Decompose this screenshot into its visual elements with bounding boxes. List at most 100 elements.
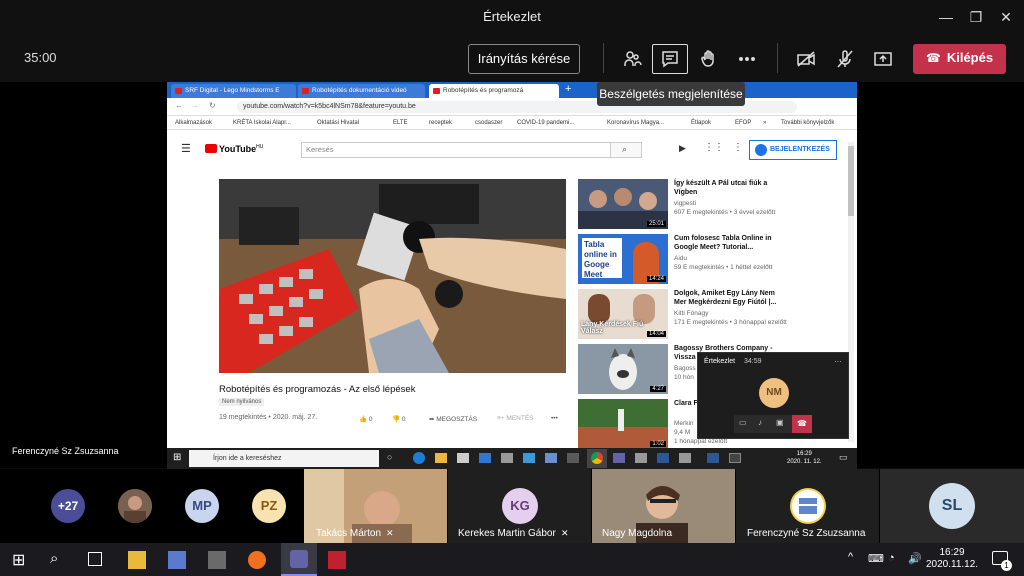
browser-tab-active[interactable]: Robotépítés és programozá [429,84,559,98]
participant-video-tile[interactable]: Takács Márton ✕ [304,469,447,543]
browser-tab[interactable]: SRF Digital - Lego Mindstorms E [171,84,296,98]
more-actions-icon[interactable]: ••• [551,415,558,422]
camera-off-icon[interactable]: ▭ [739,418,747,427]
camera-off-icon[interactable] [788,44,824,74]
teams-taskbar-active[interactable] [281,543,317,576]
save-button[interactable]: ≡+ MENTÉS [497,415,534,422]
settings-more-icon[interactable]: ⋮ [733,142,743,153]
signin-button[interactable]: BEJELENTKEZÉS [749,140,837,160]
video-player[interactable] [219,179,566,373]
word-icon[interactable] [657,453,669,463]
bookmark-overflow[interactable]: » [763,120,766,126]
bookmark[interactable]: EFOP [735,120,751,126]
participant-video-tile[interactable]: Nagy Magdolna [592,469,735,543]
store-icon[interactable] [457,453,469,463]
avatar-logo [792,490,824,522]
reload-icon[interactable]: ↻ [209,101,216,110]
app-icon[interactable] [729,453,741,463]
bookmark[interactable]: További könyvjelzők [781,120,834,126]
calculator-icon[interactable] [208,551,226,569]
browser-tab[interactable]: Robotépítés dokumentáció videó [298,84,425,98]
recommended-video[interactable]: Tabla online in Googe Meet 14:24 Cum fol… [578,234,838,286]
browser-tab-strip: SRF Digital - Lego Mindstorms E Robotépí… [167,82,857,98]
firefox-icon[interactable] [248,551,266,569]
presenter-name: Ferenczyné Sz Zsuzsanna [12,446,119,456]
windows-start-icon[interactable]: ⊞ [173,452,181,463]
word-icon[interactable] [707,453,719,463]
channel-name: vigpesti [674,200,697,207]
windows-search-input[interactable]: Írjon ide a kereséshez [189,450,379,467]
mail-icon[interactable] [479,453,491,463]
mic-off-icon[interactable]: ♪ [758,418,762,427]
mic-off-icon[interactable] [827,44,863,74]
search-icon[interactable]: ⌕ [610,142,642,158]
share-screen-icon[interactable]: ▣ [776,418,784,427]
edge-icon[interactable] [413,452,425,464]
youtube-search-input[interactable]: Keresés [301,142,611,158]
file-explorer-icon[interactable] [435,453,447,463]
scrollbar-thumb[interactable] [848,146,854,216]
wifi-icon[interactable]: ◔ [888,552,895,564]
request-control-button[interactable]: Irányítás kérése [468,44,580,74]
self-tile[interactable]: SL [880,469,1024,543]
calculator-icon[interactable] [567,453,579,463]
share-button[interactable]: ➦ MEGOSZTÁS [429,415,477,423]
raise-hand-icon[interactable] [691,44,727,74]
keyboard-icon[interactable]: ⌨ [868,552,884,565]
bookmark[interactable]: Étlapok [691,120,711,126]
recommended-video[interactable]: 25:01 Így készült A Pál utcai fiúk a Víg… [578,179,838,231]
bookmark[interactable]: COVID-19 pandemi... [517,120,574,126]
minimize-icon[interactable]: — [935,6,957,28]
system-clock[interactable]: 16:29 2020.11.12. [926,547,978,571]
mini-more-icon[interactable]: … [834,355,842,364]
youtube-logo[interactable]: YouTubeHU [205,144,263,154]
participants-icon[interactable] [614,44,650,74]
bookmark[interactable]: ELTE [393,120,408,126]
bookmark[interactable]: receptek [429,120,452,126]
recommended-video[interactable]: Lány Kérdések Fiú Válasz 14:04 Dolgok, A… [578,289,838,341]
recommended-title: Cum folosesc Tabla Online in Google Meet… [674,235,772,251]
more-options-icon[interactable] [729,44,765,74]
leave-button[interactable]: ☎ Kilépés [913,44,1006,74]
hang-up-icon[interactable]: ☎ [792,415,812,433]
save-disk-icon[interactable] [168,551,186,569]
share-screen-icon[interactable] [865,44,901,74]
windows-start-icon[interactable]: ⊞ [12,550,25,570]
save-disk-icon[interactable] [545,453,557,463]
bookmark[interactable]: csodaszer [475,120,502,126]
maximize-icon[interactable]: ❐ [965,6,987,28]
share-icon: ➦ [429,416,435,423]
create-video-icon[interactable]: ▶ [679,143,686,154]
new-tab-icon[interactable]: + [565,83,571,95]
volume-icon[interactable]: 🔊 [908,552,922,565]
chevron-up-icon[interactable]: ^ [848,551,853,563]
app-icon[interactable] [501,453,513,463]
app-icon[interactable] [523,453,535,463]
bookmark[interactable]: KRÉTA Iskolai Alapr... [233,120,291,126]
participant-tile[interactable]: KG Kerekes Martin Gábor ✕ [448,469,591,543]
app-icon[interactable] [635,453,647,463]
search-icon[interactable]: ⌕ [50,550,58,567]
chat-icon[interactable] [652,44,688,74]
overflow-participants-button[interactable]: +27 [51,489,85,523]
file-explorer-icon[interactable] [128,551,146,569]
bookmark[interactable]: Oktatási Hivatal [317,120,359,126]
youtube-icon [302,88,309,94]
app-icon[interactable] [679,453,691,463]
bookmark[interactable]: Koronavírus Magya... [607,120,664,126]
teams-icon[interactable] [613,453,625,463]
forward-icon[interactable]: → [191,101,199,110]
task-view-icon[interactable]: ○ [387,452,392,462]
back-icon[interactable]: ← [175,101,183,110]
bookmark[interactable]: Alkalmazások [175,120,212,126]
menu-icon[interactable]: ☰ [181,142,191,155]
like-button[interactable]: 👍 0 [359,415,373,423]
chrome-taskbar-active[interactable] [587,449,607,468]
task-view-icon[interactable] [88,552,102,566]
dislike-button[interactable]: 👎 0 [392,415,406,423]
notification-icon[interactable]: ▭ [839,452,848,463]
close-icon[interactable]: ✕ [995,6,1017,28]
app-icon[interactable] [328,551,346,569]
apps-icon[interactable]: ⋮⋮ [704,142,724,153]
participant-tile[interactable]: Ferenczyné Sz Zsuzsanna [736,469,879,543]
